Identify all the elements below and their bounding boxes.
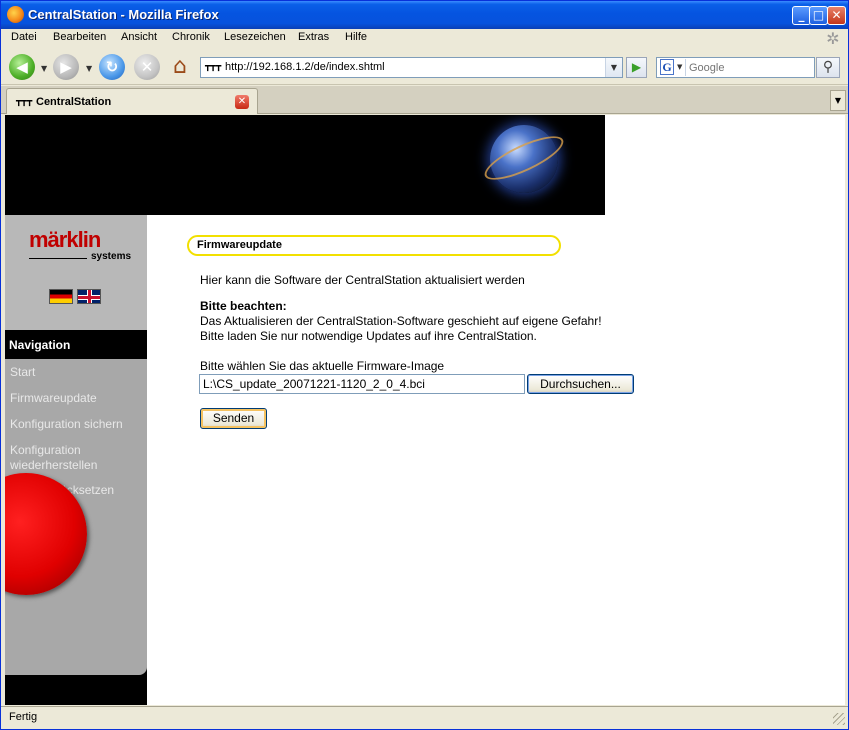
- sidebar: märklin systems Navigation Start Firmwar…: [5, 215, 147, 705]
- marklin-logo: märklin: [29, 227, 101, 252]
- status-text: Fertig: [9, 711, 38, 723]
- nav-link-start[interactable]: Start: [10, 365, 35, 380]
- german-flag-icon[interactable]: [49, 289, 73, 304]
- chevron-down-icon: ▼: [677, 63, 683, 71]
- reload-icon: ↻: [105, 58, 119, 76]
- menu-bearbeiten[interactable]: Bearbeiten: [51, 31, 108, 43]
- menu-datei[interactable]: Datei: [9, 31, 39, 43]
- browser-window: CentralStation - Mozilla Firefox _ □ ✕ D…: [0, 0, 849, 730]
- menu-hilfe[interactable]: Hilfe: [343, 31, 369, 43]
- go-arrow-icon: ▶: [631, 60, 642, 74]
- main-content: Firmwareupdate Hier kann die Software de…: [147, 215, 845, 705]
- intro-text: Hier kann die Software der CentralStatio…: [200, 273, 525, 287]
- menu-bar: Datei Bearbeiten Ansicht Chronik Lesezei…: [1, 29, 848, 49]
- menu-extras[interactable]: Extras: [296, 31, 331, 43]
- tab-favicon-icon: ┳┳┳: [16, 97, 33, 107]
- file-label: Bitte wählen Sie das aktuelle Firmware-I…: [200, 359, 445, 373]
- home-button[interactable]: ⌂: [167, 54, 193, 80]
- google-icon: G: [660, 59, 674, 75]
- nav-header: Navigation: [5, 330, 147, 359]
- site-favicon-icon: ┳┳┳: [205, 62, 222, 72]
- notice-line-1: Das Aktualisieren der CentralStation-Sof…: [200, 314, 602, 328]
- nav-link-firmwareupdate[interactable]: Firmwareupdate: [10, 391, 97, 406]
- close-button[interactable]: ✕: [827, 6, 846, 25]
- maximize-button[interactable]: □: [809, 6, 828, 25]
- nav-link-konfiguration-wiederherstellen[interactable]: Konfiguration wiederherstellen: [10, 443, 120, 473]
- search-button[interactable]: ⚲: [816, 57, 840, 78]
- search-bar: G ▼: [656, 57, 815, 78]
- logo-area: märklin systems: [5, 215, 147, 330]
- header-banner: [5, 115, 605, 215]
- nav-link-konfiguration-sichern[interactable]: Konfiguration sichern: [10, 417, 123, 432]
- notice-line-2: Bitte laden Sie nur notwendige Updates a…: [200, 329, 537, 343]
- home-icon: ⌂: [173, 54, 187, 79]
- search-input[interactable]: [689, 60, 811, 75]
- browse-button[interactable]: Durchsuchen...: [527, 374, 634, 394]
- magnifier-icon: ⚲: [822, 59, 834, 75]
- tab-list-button[interactable]: ▼: [830, 90, 846, 111]
- url-history-dropdown-icon[interactable]: ▼: [605, 58, 622, 77]
- tab-bar: ┳┳┳ CentralStation ✕ ▼: [1, 86, 848, 114]
- page-title-box: Firmwareupdate: [187, 235, 561, 256]
- firefox-icon: [7, 6, 24, 23]
- menu-chronik[interactable]: Chronik: [170, 31, 212, 43]
- tab-label: CentralStation: [36, 96, 112, 108]
- forward-button[interactable]: ▶: [53, 54, 79, 80]
- notice-heading: Bitte beachten:: [200, 299, 287, 313]
- navigation-toolbar: ◀ ▼ ▶ ▼ ↻ ✕ ⌂ ┳┳┳ http://192.168.1.2/de/…: [1, 49, 848, 85]
- uk-flag-icon[interactable]: [77, 289, 101, 304]
- throbber-icon: ✲: [826, 29, 840, 48]
- logo-systems-text: systems: [91, 251, 132, 262]
- tab-close-icon[interactable]: ✕: [235, 95, 249, 109]
- go-button[interactable]: ▶: [626, 57, 647, 78]
- tab-centralstation[interactable]: ┳┳┳ CentralStation ✕: [6, 88, 258, 114]
- page-title: Firmwareupdate: [197, 239, 282, 251]
- resize-grip-icon[interactable]: [833, 713, 845, 725]
- title-bar: CentralStation - Mozilla Firefox _ □ ✕: [1, 1, 848, 29]
- menu-lesezeichen[interactable]: Lesezeichen: [222, 31, 288, 43]
- firmware-file-input[interactable]: L:\CS_update_20071221-1120_2_0_4.bci: [199, 374, 525, 394]
- forward-history-dropdown-icon[interactable]: ▼: [86, 64, 92, 73]
- status-bar: Fertig: [1, 706, 848, 729]
- url-bar[interactable]: ┳┳┳ http://192.168.1.2/de/index.shtml ▼: [200, 57, 623, 78]
- logo-underline: [29, 258, 87, 259]
- back-button[interactable]: ◀: [9, 54, 35, 80]
- stop-icon: ✕: [140, 58, 154, 76]
- submit-button[interactable]: Senden: [200, 408, 267, 429]
- window-title: CentralStation - Mozilla Firefox: [28, 7, 219, 22]
- search-engine-selector[interactable]: G ▼: [658, 59, 686, 76]
- menu-ansicht[interactable]: Ansicht: [119, 31, 159, 43]
- url-text[interactable]: http://192.168.1.2/de/index.shtml: [225, 61, 385, 73]
- reload-button[interactable]: ↻: [99, 54, 125, 80]
- back-history-dropdown-icon[interactable]: ▼: [41, 64, 47, 73]
- arrow-left-icon: ◀: [16, 58, 28, 76]
- page-content: märklin systems Navigation Start Firmwar…: [5, 115, 845, 705]
- chevron-down-icon: ▼: [834, 96, 842, 105]
- stop-button[interactable]: ✕: [134, 54, 160, 80]
- arrow-right-icon: ▶: [60, 58, 72, 76]
